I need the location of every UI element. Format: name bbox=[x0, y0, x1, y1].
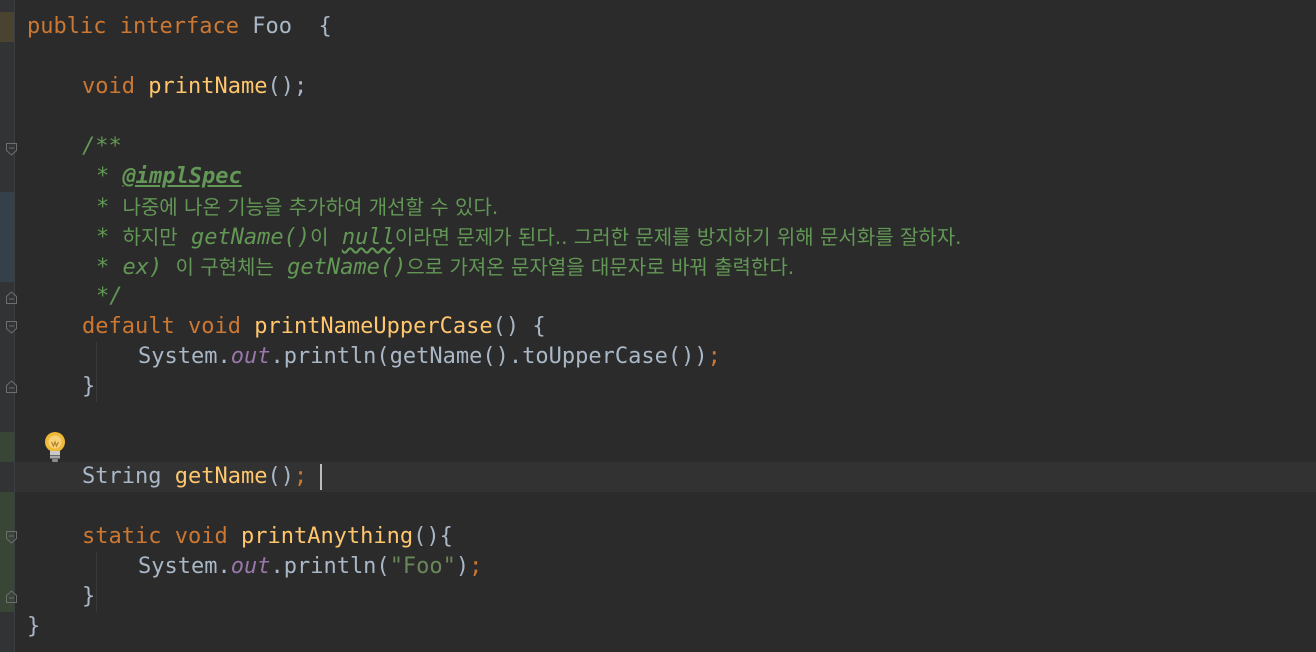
fold-marker-icon[interactable] bbox=[6, 590, 17, 603]
method-signature-end: (); bbox=[267, 74, 308, 99]
doc-code-ex: ex) bbox=[122, 255, 163, 280]
code-line-default-body[interactable]: System.out.println(getName().toUpperCase… bbox=[138, 342, 721, 372]
javadoc-line-2[interactable]: * 하지만 getName()이 null이라면 문제가 된다.. 그러한 문제… bbox=[96, 222, 962, 252]
code-line-static-method[interactable]: static void printAnything(){ bbox=[82, 522, 453, 552]
method-signature-end: (){ bbox=[413, 524, 453, 549]
doc-code-ref: getName() bbox=[287, 255, 407, 280]
javadoc-line-3[interactable]: * ex) 이 구현체는 getName()으로 가져온 문자열을 대문자로 바… bbox=[96, 252, 794, 282]
javadoc-open[interactable]: /** bbox=[82, 132, 122, 162]
string-literal: "Foo" bbox=[389, 554, 456, 579]
doc-tag-implspec: @implSpec bbox=[122, 164, 242, 189]
method-call: .println( bbox=[270, 554, 390, 579]
interface-name: Foo bbox=[252, 14, 292, 39]
system-ref: System. bbox=[138, 554, 231, 579]
doc-code-null: null bbox=[341, 225, 395, 250]
doc-text: 으로 가져온 문자열을 대문자로 바꿔 출력한다. bbox=[406, 255, 795, 279]
indent-guide bbox=[96, 552, 97, 612]
type-string: String bbox=[82, 464, 162, 489]
close-brace: } bbox=[82, 374, 96, 399]
keyword-void: void bbox=[174, 524, 228, 549]
javadoc-close[interactable]: */ bbox=[96, 282, 123, 312]
doc-star: * bbox=[96, 225, 110, 250]
method-call: .println(getName().toUpperCase()) bbox=[270, 344, 708, 369]
change-marker bbox=[0, 192, 14, 282]
method-printAnything: printAnything bbox=[240, 524, 414, 549]
keyword-void: void bbox=[82, 74, 135, 99]
javadoc-line-1[interactable]: * 나중에 나온 기능을 추가하여 개선할 수 있다. bbox=[96, 192, 498, 222]
semicolon: ; bbox=[469, 554, 483, 579]
doc-text: 이 bbox=[310, 225, 329, 249]
keyword-static: static bbox=[82, 524, 162, 549]
javadoc-line-impl-spec[interactable]: * @implSpec bbox=[96, 162, 242, 192]
close-paren: ) bbox=[455, 554, 470, 579]
semicolon: ; bbox=[707, 344, 721, 369]
static-field-out: out bbox=[230, 554, 271, 579]
keyword-interface: interface bbox=[119, 14, 239, 39]
method-printNameUpperCase: printNameUpperCase bbox=[254, 314, 493, 339]
fold-marker-icon[interactable] bbox=[6, 321, 17, 334]
doc-code-ref: getName() bbox=[190, 225, 311, 250]
code-line-default-method[interactable]: default void printNameUpperCase() { bbox=[82, 312, 546, 342]
doc-text: 하지만 bbox=[122, 225, 178, 249]
doc-text: 나중에 나온 기능을 추가하여 개선할 수 있다. bbox=[122, 195, 499, 219]
code-line-getname[interactable]: String getName(); bbox=[82, 462, 307, 492]
system-ref: System. bbox=[138, 344, 231, 369]
code-line-2[interactable]: void printName(); bbox=[82, 72, 307, 102]
change-marker bbox=[0, 432, 14, 462]
method-printName: printName bbox=[148, 74, 268, 99]
keyword-void: void bbox=[187, 314, 241, 339]
fold-marker-icon[interactable] bbox=[6, 291, 17, 304]
code-line-interface-close[interactable]: } bbox=[27, 612, 40, 642]
indent-guide bbox=[96, 342, 97, 402]
code-line-close-brace[interactable]: } bbox=[82, 372, 95, 402]
fold-marker-icon[interactable] bbox=[6, 143, 17, 156]
semicolon: ; bbox=[293, 464, 308, 489]
doc-close: */ bbox=[96, 284, 123, 309]
keyword-public: public bbox=[27, 14, 107, 39]
static-field-out: out bbox=[230, 344, 271, 369]
keyword-default: default bbox=[82, 314, 175, 339]
doc-star: * bbox=[96, 195, 110, 220]
open-brace: { bbox=[318, 14, 332, 39]
code-line-static-body[interactable]: System.out.println("Foo"); bbox=[138, 552, 482, 582]
change-marker bbox=[0, 12, 14, 42]
lightbulb-icon[interactable] bbox=[42, 430, 68, 464]
close-brace: } bbox=[82, 584, 96, 609]
doc-star: * bbox=[96, 255, 110, 280]
fold-marker-icon[interactable] bbox=[6, 380, 17, 393]
code-line-close-brace[interactable]: } bbox=[82, 582, 95, 612]
doc-text: 이라면 문제가 된다.. 그러한 문제를 방지하기 위해 문서화를 잘하자. bbox=[394, 225, 962, 249]
method-parens: () bbox=[267, 464, 294, 489]
close-brace: } bbox=[27, 614, 41, 639]
code-editor[interactable]: public interface Foo { void printName();… bbox=[0, 0, 1316, 652]
method-getName: getName bbox=[174, 464, 268, 489]
doc-star: * bbox=[96, 164, 110, 189]
code-line-1[interactable]: public interface Foo { bbox=[27, 12, 332, 42]
method-signature-end: () { bbox=[492, 314, 546, 339]
doc-text: 이 구현체는 bbox=[175, 255, 274, 279]
text-caret bbox=[320, 464, 322, 490]
fold-marker-icon[interactable] bbox=[6, 531, 17, 544]
doc-open: /** bbox=[82, 134, 122, 159]
